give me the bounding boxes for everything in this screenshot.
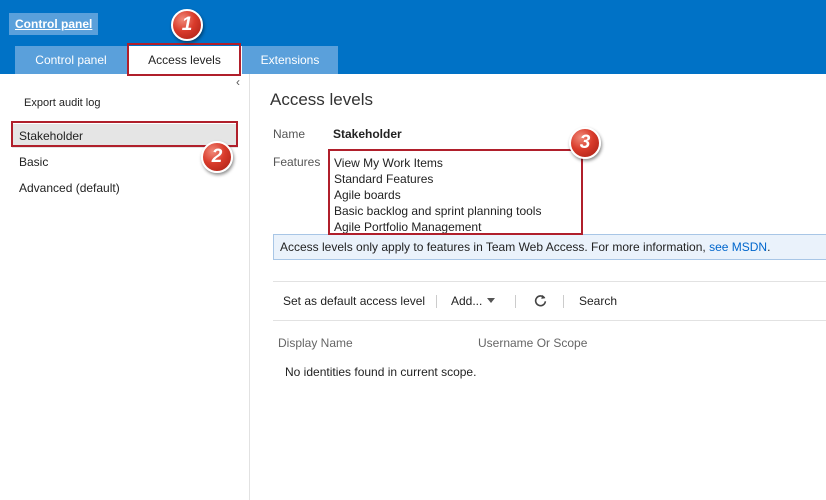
- callout-badge-3: 3: [569, 127, 601, 159]
- search-button[interactable]: Search: [579, 282, 617, 320]
- column-header-username-scope[interactable]: Username Or Scope: [478, 336, 587, 350]
- level-item-advanced[interactable]: Advanced (default): [12, 176, 238, 200]
- app-title-link[interactable]: Control panel: [9, 13, 99, 35]
- highlight-frame-stakeholder: [11, 121, 238, 147]
- column-header-display-name[interactable]: Display Name: [278, 336, 353, 350]
- add-label: Add...: [451, 294, 483, 308]
- info-end: .: [767, 240, 771, 254]
- tab-extensions[interactable]: Extensions: [242, 46, 338, 74]
- refresh-button[interactable]: [532, 282, 548, 320]
- callout-badge-1: 1: [171, 9, 203, 41]
- export-audit-log-link[interactable]: Export audit log: [24, 97, 100, 109]
- info-text: Access levels only apply to features in …: [280, 240, 710, 254]
- page-title: Access levels: [270, 90, 373, 109]
- callout-badge-2: 2: [201, 141, 233, 173]
- caret-down-icon: [487, 298, 496, 303]
- top-header: Control panel Control panel Access level…: [0, 0, 826, 74]
- set-default-button[interactable]: Set as default access level: [283, 282, 425, 320]
- refresh-icon: [534, 294, 546, 307]
- name-value: Stakeholder: [333, 127, 402, 141]
- chevron-left-icon[interactable]: ‹: [233, 76, 243, 88]
- add-button[interactable]: Add...: [451, 282, 496, 320]
- features-label: Features: [273, 155, 321, 169]
- toolbar-divider: [515, 295, 516, 308]
- info-banner: Access levels only apply to features in …: [273, 234, 826, 260]
- toolbar-divider: [563, 295, 564, 308]
- highlight-frame-tab: [127, 43, 241, 76]
- highlight-frame-features: [328, 149, 583, 235]
- main-pane: Access levels Name Stakeholder Features …: [251, 74, 826, 500]
- msdn-link[interactable]: see MSDN: [709, 240, 767, 254]
- toolbar: Set as default access level Add... Searc…: [273, 281, 826, 321]
- toolbar-divider: [436, 295, 437, 308]
- name-label: Name: [273, 127, 306, 141]
- tab-control-panel[interactable]: Control panel: [15, 46, 127, 74]
- empty-message: No identities found in current scope.: [285, 365, 477, 379]
